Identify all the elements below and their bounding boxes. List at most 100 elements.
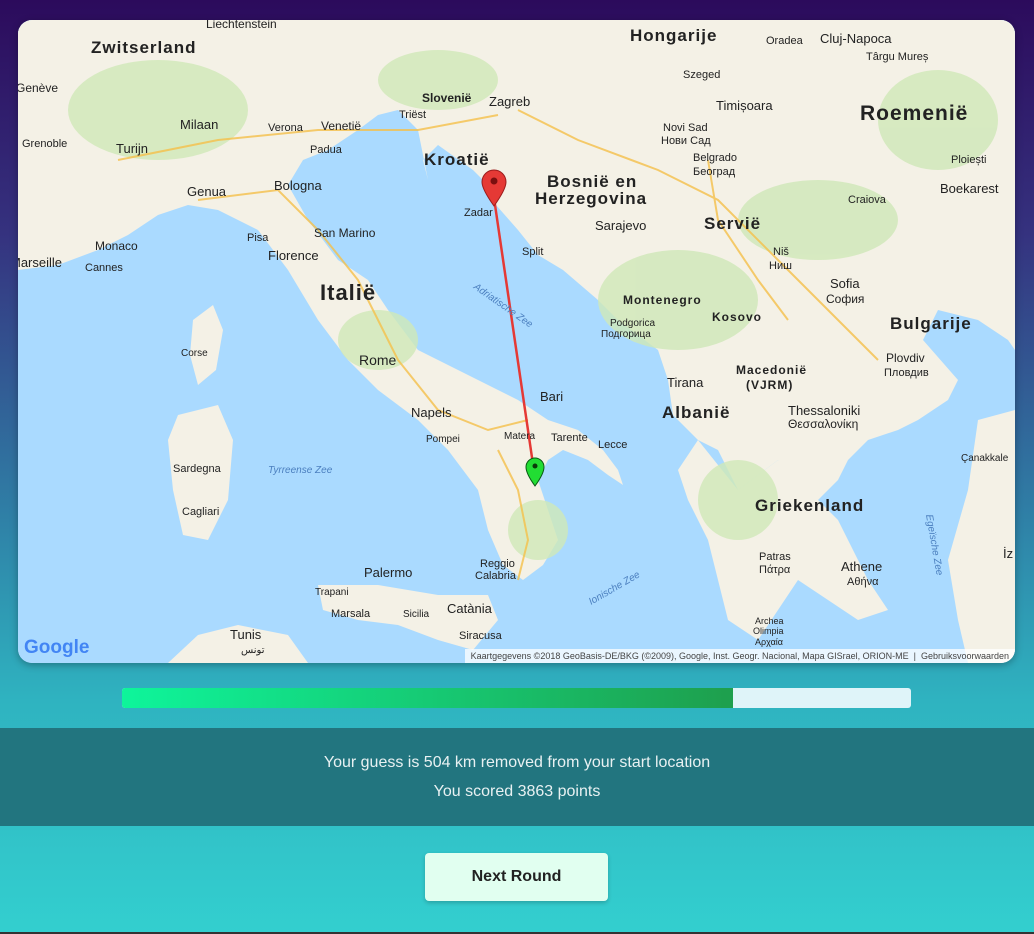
map-canvas[interactable]: Zwitserland Hongarije Roemenië Kroatië B… (18, 20, 1015, 663)
city-label: Split (522, 246, 543, 258)
city-label: Venetië (321, 119, 361, 133)
city-label: Niš (773, 246, 789, 258)
country-label: Bulgarije (890, 314, 972, 333)
city-label: Craiova (848, 194, 887, 206)
city-label: Cannes (85, 262, 123, 274)
city-label: Monaco (95, 239, 138, 253)
city-label: Matera (504, 431, 536, 442)
city-label: Turijn (116, 141, 148, 156)
country-label: Kroatië (424, 150, 490, 169)
city-label: Podgorica (610, 318, 655, 329)
google-logo-text: Google (24, 637, 90, 658)
terms-link[interactable]: Gebruiksvoorwaarden (921, 651, 1009, 661)
google-logo: Google (24, 637, 89, 659)
city-label: Siracusa (459, 630, 503, 642)
city-label: Corse (181, 348, 208, 359)
city-label: Подгорица (601, 329, 651, 340)
result-panel: Your guess is 504 km removed from your s… (0, 728, 1034, 826)
city-label: İz (1003, 546, 1013, 561)
city-label: Calabria (475, 570, 517, 582)
city-label: Marseille (18, 255, 62, 270)
city-label: Târgu Mureș (866, 51, 929, 63)
score-progress-fill (122, 688, 734, 708)
city-label: Пловдив (884, 367, 929, 379)
city-label: Cluj-Napoca (820, 31, 892, 46)
city-label: Ploiești (951, 154, 986, 166)
attribution-text: Kaartgegevens ©2018 GeoBasis-DE/BKG (©20… (470, 651, 909, 661)
city-label: Ниш (769, 260, 792, 272)
city-label: Thessaloniki (788, 403, 860, 418)
country-label: Albanië (662, 403, 730, 422)
city-label: Timișoara (716, 98, 773, 113)
city-label: Genève (18, 81, 58, 95)
city-label: Pisa (247, 232, 269, 244)
city-label: Αρχαία (755, 637, 783, 647)
city-label: Rome (359, 352, 397, 368)
city-label: Sarajevo (595, 218, 646, 233)
city-label: Cagliari (182, 506, 219, 518)
city-label: Milaan (180, 117, 218, 132)
city-label: Sardegna (173, 463, 222, 475)
city-label: Çanakkale (961, 453, 1009, 464)
city-label: Bari (540, 389, 563, 404)
score-progress-bar (122, 688, 911, 708)
city-label: Pompei (426, 434, 460, 445)
city-label: Tirana (667, 375, 704, 390)
country-label: Servië (704, 214, 761, 233)
country-label: Roemenië (860, 102, 968, 125)
distance-text: Your guess is 504 km removed from your s… (323, 754, 711, 771)
city-label: Grenoble (22, 138, 67, 150)
country-label: Montenegro (623, 293, 702, 307)
score-text: You scored 3863 points (433, 783, 601, 800)
city-label: Αθήνα (847, 576, 879, 588)
city-label: Reggio (480, 558, 515, 570)
city-label: Zadar (464, 207, 493, 219)
city-label: Triëst (399, 109, 426, 121)
city-label: Trapani (315, 587, 349, 598)
city-label: Palermo (364, 565, 412, 580)
country-label: Hongarije (630, 26, 717, 45)
city-label: Bologna (274, 178, 322, 193)
city-label: Archea (755, 616, 784, 626)
map-attribution: Kaartgegevens ©2018 GeoBasis-DE/BKG (©20… (464, 649, 1015, 663)
country-label: (VJRM) (746, 378, 793, 392)
country-label: Macedonië (736, 363, 807, 377)
next-round-button[interactable]: Next Round (425, 853, 608, 901)
result-map[interactable]: Zwitserland Hongarije Roemenië Kroatië B… (18, 20, 1015, 663)
city-label: Verona (268, 122, 304, 134)
city-label: Boekarest (940, 181, 999, 196)
city-label: Olimpia (753, 626, 784, 636)
city-label: Zagreb (489, 94, 530, 109)
city-label: San Marino (314, 226, 376, 240)
city-label: Liechtenstein (206, 20, 277, 31)
country-label: Herzegovina (535, 189, 647, 208)
country-label: Italië (320, 280, 376, 305)
city-label: Sofia (830, 276, 860, 291)
city-label: Napels (411, 405, 452, 420)
country-label: Kosovo (712, 310, 762, 324)
city-label: Plovdiv (886, 351, 925, 365)
city-label: Genua (187, 184, 227, 199)
city-label: Szeged (683, 69, 720, 81)
city-label: Sicilia (403, 609, 430, 620)
city-label: Tarente (551, 432, 588, 444)
city-label: Athene (841, 559, 882, 574)
city-label: Lecce (598, 439, 627, 451)
city-label: София (826, 292, 864, 306)
city-label: Tunis (230, 627, 262, 642)
city-label: تونس (241, 645, 265, 656)
city-label: Catània (447, 601, 493, 616)
city-label: Marsala (331, 608, 371, 620)
sea-label: Tyrreense Zee (268, 465, 333, 476)
country-label: Griekenland (755, 496, 864, 515)
city-label: Београд (693, 166, 736, 178)
city-label: Patras (759, 551, 791, 563)
city-label: Πάτρα (759, 564, 791, 576)
city-label: Slovenië (422, 91, 472, 105)
city-label: Нови Сад (661, 135, 711, 147)
city-label: Belgrado (693, 152, 737, 164)
country-label: Zwitserland (91, 38, 196, 57)
city-label: Novi Sad (663, 122, 708, 134)
city-label: Padua (310, 144, 343, 156)
city-label: Oradea (766, 35, 804, 47)
